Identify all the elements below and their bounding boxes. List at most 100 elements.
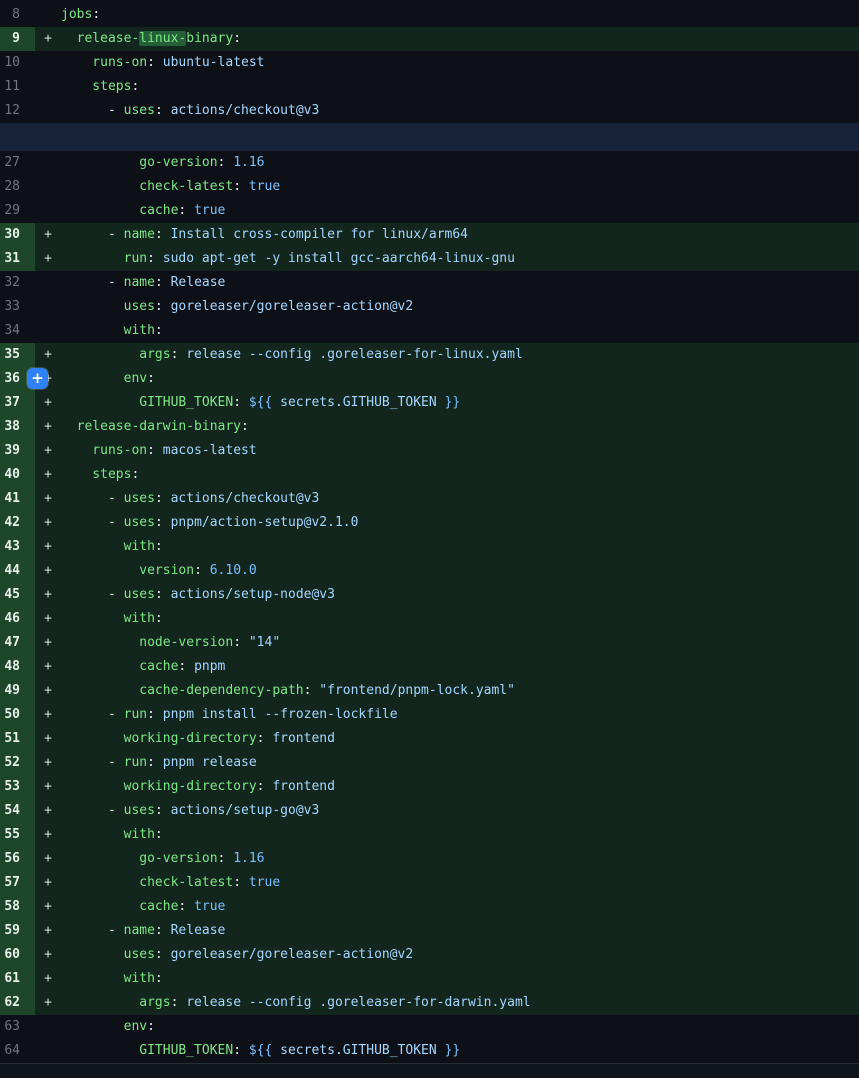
diff-line: 60+ uses: goreleaser/goreleaser-action@v… <box>0 943 859 967</box>
line-number[interactable]: 11 <box>0 75 35 99</box>
line-number[interactable]: 41 <box>0 487 35 511</box>
code-line: args: release --config .goreleaser-for-l… <box>61 343 859 367</box>
expand-hidden-lines-row[interactable] <box>0 123 859 151</box>
code-line: cache: pnpm <box>61 655 859 679</box>
diff-line: 37+ GITHUB_TOKEN: ${{ secrets.GITHUB_TOK… <box>0 391 859 415</box>
diff-marker: + <box>35 247 61 271</box>
line-number[interactable]: 38 <box>0 415 35 439</box>
line-number[interactable]: 61 <box>0 967 35 991</box>
line-number[interactable]: 34 <box>0 319 35 343</box>
diff-marker <box>35 319 61 343</box>
line-number[interactable]: 43 <box>0 535 35 559</box>
code-line: cache: true <box>61 199 859 223</box>
diff-marker <box>35 99 61 123</box>
line-number[interactable]: 33 <box>0 295 35 319</box>
line-number[interactable]: 32 <box>0 271 35 295</box>
code-line: env: <box>61 367 859 391</box>
diff-view: 8jobs:9+ release-linux-binary:10 runs-on… <box>0 0 859 1063</box>
line-number[interactable]: 46 <box>0 607 35 631</box>
line-number[interactable]: 42 <box>0 511 35 535</box>
diff-line: 27 go-version: 1.16 <box>0 151 859 175</box>
line-number[interactable]: 28 <box>0 175 35 199</box>
diff-marker <box>35 271 61 295</box>
diff-line: 50+ - run: pnpm install --frozen-lockfil… <box>0 703 859 727</box>
diff-line: 48+ cache: pnpm <box>0 655 859 679</box>
code-line: with: <box>61 535 859 559</box>
diff-marker: + <box>35 991 61 1015</box>
diff-marker: + <box>35 871 61 895</box>
diff-marker: + <box>35 223 61 247</box>
diff-line: 54+ - uses: actions/setup-go@v3 <box>0 799 859 823</box>
line-number[interactable]: 50 <box>0 703 35 727</box>
diff-marker: + <box>35 487 61 511</box>
code-line: - uses: pnpm/action-setup@v2.1.0 <box>61 511 859 535</box>
line-number[interactable]: 39 <box>0 439 35 463</box>
code-line: runs-on: ubuntu-latest <box>61 51 859 75</box>
diff-line: 41+ - uses: actions/checkout@v3 <box>0 487 859 511</box>
line-number[interactable]: 55 <box>0 823 35 847</box>
line-number[interactable]: 12 <box>0 99 35 123</box>
diff-line: 53+ working-directory: frontend <box>0 775 859 799</box>
diff-marker: + <box>35 583 61 607</box>
add-comment-button[interactable]: + <box>27 368 48 389</box>
code-line: - name: Release <box>61 271 859 295</box>
line-number[interactable]: 35 <box>0 343 35 367</box>
line-number[interactable]: 59 <box>0 919 35 943</box>
diff-line: 44+ version: 6.10.0 <box>0 559 859 583</box>
line-number[interactable]: 8 <box>0 3 35 27</box>
line-number[interactable]: 48 <box>0 655 35 679</box>
line-number[interactable]: 45 <box>0 583 35 607</box>
line-number[interactable]: 54 <box>0 799 35 823</box>
line-number[interactable]: 64 <box>0 1039 35 1063</box>
code-line: runs-on: macos-latest <box>61 439 859 463</box>
line-number[interactable]: 56 <box>0 847 35 871</box>
line-number[interactable]: 29 <box>0 199 35 223</box>
line-number[interactable]: 49 <box>0 679 35 703</box>
line-number[interactable]: 27 <box>0 151 35 175</box>
diff-marker: + <box>35 967 61 991</box>
diff-marker: + <box>35 559 61 583</box>
diff-line: 45+ - uses: actions/setup-node@v3 <box>0 583 859 607</box>
line-number[interactable]: 40 <box>0 463 35 487</box>
diff-line: 57+ check-latest: true <box>0 871 859 895</box>
diff-marker <box>35 151 61 175</box>
diff-marker: + <box>35 679 61 703</box>
diff-marker: + <box>35 895 61 919</box>
line-number[interactable]: 58 <box>0 895 35 919</box>
diff-marker: + <box>35 631 61 655</box>
diff-marker: + <box>35 27 61 51</box>
line-number[interactable]: 31 <box>0 247 35 271</box>
line-number[interactable]: 51 <box>0 727 35 751</box>
line-number[interactable]: 60 <box>0 943 35 967</box>
diff-marker: + <box>35 391 61 415</box>
line-number[interactable]: 9 <box>0 27 35 51</box>
code-line: uses: goreleaser/goreleaser-action@v2 <box>61 943 859 967</box>
code-line: steps: <box>61 75 859 99</box>
line-number[interactable]: 10 <box>0 51 35 75</box>
diff-marker: + <box>35 511 61 535</box>
code-line: jobs: <box>61 3 859 27</box>
line-number[interactable]: 62 <box>0 991 35 1015</box>
diff-line: 55+ with: <box>0 823 859 847</box>
diff-marker: + <box>35 847 61 871</box>
diff-marker: + <box>35 343 61 367</box>
line-number[interactable]: 52 <box>0 751 35 775</box>
diff-line: 34 with: <box>0 319 859 343</box>
line-number[interactable]: 57 <box>0 871 35 895</box>
line-number[interactable]: 30 <box>0 223 35 247</box>
diff-line: 11 steps: <box>0 75 859 99</box>
code-line: uses: goreleaser/goreleaser-action@v2 <box>61 295 859 319</box>
line-number[interactable]: 47 <box>0 631 35 655</box>
diff-marker <box>35 1015 61 1039</box>
line-number[interactable]: 53 <box>0 775 35 799</box>
code-line: with: <box>61 607 859 631</box>
diff-marker: + <box>35 799 61 823</box>
line-number[interactable]: 44 <box>0 559 35 583</box>
diff-line: 63 env: <box>0 1015 859 1039</box>
code-line: check-latest: true <box>61 175 859 199</box>
line-number[interactable]: 63 <box>0 1015 35 1039</box>
line-number[interactable]: 37 <box>0 391 35 415</box>
code-line: working-directory: frontend <box>61 775 859 799</box>
diff-line: 12 - uses: actions/checkout@v3 <box>0 99 859 123</box>
code-line: GITHUB_TOKEN: ${{ secrets.GITHUB_TOKEN }… <box>61 391 859 415</box>
